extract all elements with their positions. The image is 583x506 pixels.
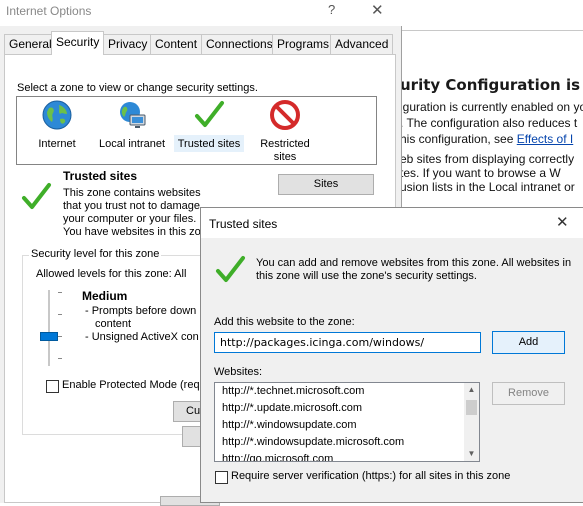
require-https-label: Require server verification (https:) for…: [231, 470, 511, 482]
list-item[interactable]: http://*.windowsupdate.com: [215, 417, 479, 434]
close-icon[interactable]: ✕: [556, 213, 569, 231]
zone-note: You have websites in this zon: [63, 226, 207, 238]
security-level-label: Security level for this zone: [29, 248, 162, 260]
slider-tick: [58, 336, 62, 337]
protected-mode-checkbox[interactable]: [46, 380, 59, 393]
websites-scrollbar[interactable]: ▲ ▼: [464, 383, 479, 461]
page-text-line: . The configuration also reduces t: [400, 116, 578, 130]
globe-icon: [41, 99, 73, 131]
trusted-zone-check-icon: [20, 181, 52, 216]
slider-tick: [58, 314, 62, 315]
tab-programs[interactable]: Programs: [272, 34, 335, 54]
level-desc-line: - Prompts before down: [85, 305, 197, 317]
slider-tick: [58, 292, 62, 293]
level-desc-line: - Unsigned ActiveX con: [85, 331, 199, 343]
effects-link[interactable]: Effects of I: [517, 132, 573, 146]
websites-list[interactable]: http://*.technet.microsoft.com http://*.…: [214, 382, 480, 462]
intranet-icon: [116, 99, 148, 131]
zone-restricted-sites[interactable]: Restricted sites: [254, 99, 316, 164]
zone-list: Internet Local intranet Trusted sites Re…: [16, 96, 377, 165]
scroll-up-icon[interactable]: ▲: [466, 385, 477, 395]
level-name: Medium: [82, 289, 128, 303]
add-website-label: Add this website to the zone:: [214, 316, 355, 328]
page-text-line: his configuration, see Effects of I: [400, 132, 573, 146]
list-item[interactable]: http://*.update.microsoft.com: [215, 400, 479, 417]
dialog-title: Trusted sites: [209, 217, 278, 231]
close-icon[interactable]: ✕: [371, 1, 384, 19]
protected-mode-label: Enable Protected Mode (requi: [62, 379, 209, 391]
websites-label: Websites:: [214, 366, 263, 378]
page-text-fragment: his configuration, see: [400, 132, 517, 146]
level-desc-line: content: [95, 318, 132, 330]
page-text-line: iguration is currently enabled on your: [400, 100, 583, 114]
tab-general[interactable]: General: [4, 34, 57, 54]
zone-description: This zone contains websites that you tru…: [63, 187, 213, 239]
zone-label: Trusted sites: [177, 138, 241, 150]
website-url-input[interactable]: http://packages.icinga.com/windows/: [214, 332, 481, 353]
dialog-title: Internet Options: [6, 4, 92, 18]
list-item[interactable]: http://*.technet.microsoft.com: [215, 383, 479, 400]
zone-prompt: Select a zone to view or change security…: [17, 82, 258, 94]
zone-name: Trusted sites: [63, 169, 138, 183]
zone-description-text: This zone contains websites that you tru…: [63, 187, 201, 225]
add-button[interactable]: Add: [492, 331, 565, 354]
page-heading: urity Configuration is en: [400, 76, 583, 94]
restricted-icon: [269, 99, 301, 131]
zone-trusted-sites[interactable]: Trusted sites: [174, 99, 244, 151]
zone-label: Internet: [38, 138, 76, 150]
dialog-titlebar: Trusted sites ✕: [201, 208, 583, 238]
remove-button[interactable]: Remove: [492, 382, 565, 405]
page-text-line: eb sites from displaying correctly: [400, 152, 575, 166]
page-text-line: tes. If you want to browse a W: [400, 166, 561, 180]
check-icon: [214, 254, 246, 289]
zone-label: Restricted sites: [260, 138, 310, 163]
sites-button[interactable]: Sites: [278, 174, 374, 195]
zone-internet[interactable]: Internet: [37, 99, 77, 151]
help-button[interactable]: ?: [328, 2, 335, 17]
zone-label: Local intranet: [98, 138, 166, 150]
tab-privacy[interactable]: Privacy: [103, 34, 153, 54]
require-https-checkbox[interactable]: [215, 471, 228, 484]
list-item[interactable]: http://*.windowsupdate.microsoft.com: [215, 434, 479, 451]
tab-security[interactable]: Security: [51, 31, 105, 55]
trusted-sites-dialog: Trusted sites ✕ You can add and remove w…: [200, 207, 583, 503]
tab-advanced[interactable]: Advanced: [330, 34, 394, 54]
check-icon: [193, 99, 225, 131]
page-text-line: usion lists in the Local intranet or: [400, 180, 575, 194]
list-item[interactable]: http://go.microsoft.com: [215, 451, 479, 461]
slider-tick: [58, 358, 62, 359]
scroll-down-icon[interactable]: ▼: [466, 449, 477, 459]
tab-connections[interactable]: Connections: [201, 34, 278, 54]
dialog-titlebar: Internet Options ? ✕: [0, 0, 402, 26]
zone-local-intranet[interactable]: Local intranet: [96, 99, 168, 151]
trusted-sites-info: You can add and remove websites from thi…: [256, 257, 572, 282]
scrollbar-thumb[interactable]: [466, 400, 477, 415]
browser-toolbar-divider: [402, 30, 583, 31]
tab-content[interactable]: Content: [150, 34, 203, 54]
allowed-levels-label: Allowed levels for this zone: All: [36, 268, 187, 280]
security-slider-track[interactable]: [48, 290, 50, 366]
security-slider-thumb[interactable]: [40, 332, 58, 341]
level-description: - Prompts before down content - Unsigned…: [85, 305, 215, 344]
